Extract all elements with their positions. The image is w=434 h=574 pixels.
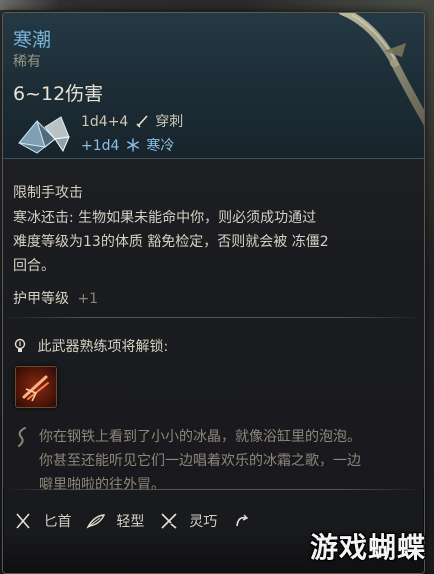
property-dagger: 匕首	[13, 511, 71, 531]
item-damage: 6~12伤害	[13, 83, 104, 105]
thrown-icon	[235, 514, 248, 527]
flavor-quote-icon	[18, 427, 26, 447]
attack-type: 限制手攻击	[13, 185, 83, 201]
frost-slash-glyph	[22, 375, 49, 402]
feather-icon	[86, 514, 106, 529]
armor-class-label: 护甲等级	[13, 291, 69, 307]
property-thrown	[232, 512, 258, 530]
property-label: 灵巧	[189, 514, 218, 530]
snowflake-icon	[126, 138, 139, 152]
pierce-icon	[136, 115, 148, 128]
dagger-icon	[16, 513, 30, 529]
mastery-section: 此武器熟练项将解锁: 你在钢铁上看到了小小的冰晶，就像浴缸里的泡泡。 你甚至还能…	[3, 318, 424, 493]
flavor-text-line: 你甚至还能听见它们一边唱着欢乐的冰霜之歌，一边	[39, 453, 361, 469]
property-label: 匕首	[43, 514, 72, 530]
attack-description-line: 难度等级为13的体质 豁免检定，否则就会被 冻僵2	[13, 234, 329, 250]
finesse-icon	[161, 513, 177, 529]
flavor-text-line: 噼里啪啦的往外冒。	[39, 477, 165, 493]
mastery-heading: 此武器熟练项将解锁:	[13, 336, 168, 356]
damage-dice: 1d4+4	[81, 114, 129, 130]
item-name: 寒潮	[13, 29, 52, 51]
property-finesse: 灵巧	[159, 511, 217, 531]
tooltip-header: 寒潮 稀有 6~12伤害 1d4+4 穿刺 +1d4 寒冷	[3, 13, 424, 159]
lightbulb-icon	[14, 338, 26, 352]
property-label: 轻型	[116, 514, 145, 530]
item-tooltip: 寒潮 稀有 6~12伤害 1d4+4 穿刺 +1d4 寒冷 限制手攻击 寒冰还击…	[2, 12, 425, 574]
damage-line-base: 1d4+4 穿刺	[81, 111, 183, 131]
damage-dice-icon	[18, 116, 70, 154]
attack-description-line: 回合。	[13, 258, 55, 274]
damage-dice: +1d4	[81, 138, 120, 154]
damage-line-cold: +1d4 寒冷	[81, 135, 174, 155]
mastery-heading-text: 此武器熟练项将解锁:	[37, 339, 169, 355]
armor-class-value: +1	[77, 291, 99, 307]
attack-section: 限制手攻击 寒冰还击: 生物如果未能命中你，则必须成功通过 难度等级为13的体质…	[3, 160, 424, 317]
property-light: 轻型	[86, 511, 144, 531]
damage-type: 穿刺	[155, 114, 184, 130]
flavor-text-line: 你在钢铁上看到了小小的冰晶，就像浴缸里的泡泡。	[39, 429, 361, 445]
section-divider	[3, 489, 424, 490]
background-hud-strip	[0, 0, 60, 10]
item-rarity: 稀有	[13, 54, 41, 70]
damage-type: 寒冷	[146, 138, 175, 154]
game-screen: 寒潮 稀有 6~12伤害 1d4+4 穿刺 +1d4 寒冷 限制手攻击 寒冰还击…	[0, 0, 434, 574]
site-watermark: 游戏蝴蝶	[309, 531, 426, 564]
attack-description-line: 寒冰还击: 生物如果未能命中你，则必须成功通过	[13, 210, 317, 226]
weapon-art-icon	[338, 13, 424, 126]
frost-slash-icon[interactable]	[15, 366, 57, 408]
armor-class-line: 护甲等级 +1	[13, 288, 98, 308]
weapon-properties: 匕首 轻型 灵巧	[13, 511, 268, 535]
